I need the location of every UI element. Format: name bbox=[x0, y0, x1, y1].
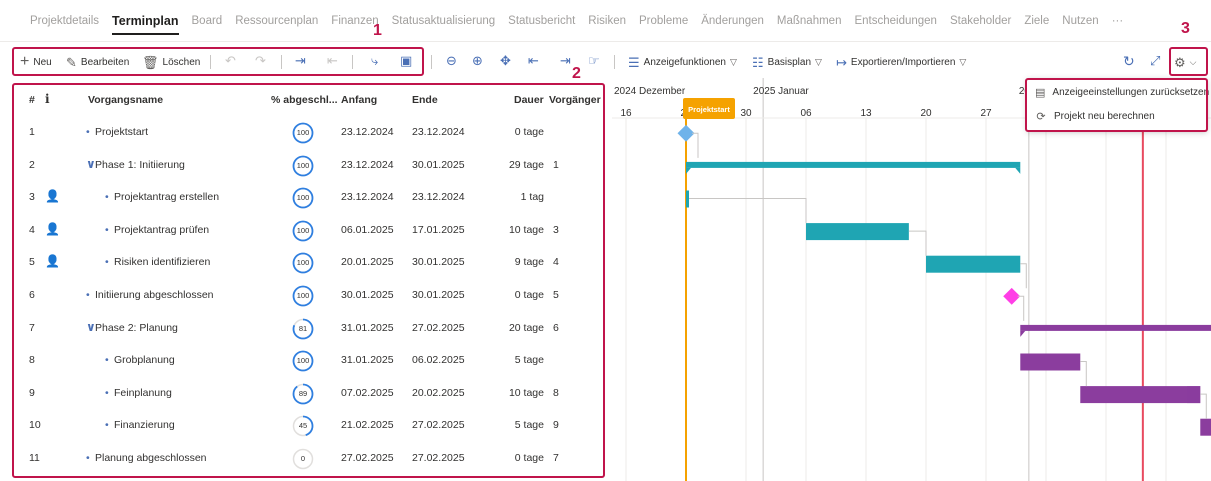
tab-probleme[interactable]: Probleme bbox=[639, 3, 688, 39]
dependency-connector bbox=[692, 132, 699, 158]
tab-stakeholder[interactable]: Stakeholder bbox=[950, 3, 1011, 39]
annotation-box-menu bbox=[1025, 78, 1208, 132]
tab-nutzen[interactable]: Nutzen bbox=[1062, 3, 1098, 39]
task-bar bbox=[926, 255, 1021, 273]
display-features-dropdown[interactable]: ☰ Anzeigefunktionen ▽ bbox=[628, 50, 737, 74]
task-bar-remaining bbox=[1187, 386, 1201, 404]
export-arrow-icon: ↦ bbox=[836, 54, 847, 70]
summary-bar-left-cap bbox=[686, 167, 691, 174]
tab-ziele[interactable]: Ziele bbox=[1024, 3, 1049, 39]
tab-projektdetails[interactable]: Projektdetails bbox=[30, 3, 99, 39]
annotation-box-toolbar bbox=[12, 47, 424, 76]
dependency-connector bbox=[1017, 295, 1025, 321]
expand-icon[interactable]: ⤢ bbox=[1150, 54, 1160, 67]
day-label: 20 bbox=[920, 108, 932, 119]
toolbar-separator bbox=[431, 55, 432, 69]
export-import-dropdown[interactable]: ↦ Exportieren/Importieren ▽ bbox=[836, 50, 966, 74]
dependency-connector bbox=[908, 230, 927, 256]
month-label: 2024 Dezember bbox=[614, 86, 686, 97]
scroll-to-start-icon[interactable]: ⇤ bbox=[528, 54, 539, 67]
summary-bar-left-cap bbox=[1020, 330, 1026, 337]
scroll-to-task-icon[interactable]: ☞ bbox=[588, 54, 600, 67]
dependency-connector bbox=[1080, 361, 1087, 387]
day-label: 16 bbox=[620, 108, 632, 119]
summary-bar-right-cap bbox=[1015, 167, 1021, 174]
annotation-number-2: 2 bbox=[572, 65, 581, 82]
toolbar-separator bbox=[614, 55, 615, 69]
tab-ma-nahmen[interactable]: Maßnahmen bbox=[777, 3, 842, 39]
list-icon: ☰ bbox=[628, 54, 640, 70]
annotation-box-settings bbox=[1169, 47, 1208, 76]
tab-risiken[interactable]: Risiken bbox=[588, 3, 626, 39]
day-label: 13 bbox=[860, 108, 872, 119]
dependency-connector bbox=[1020, 263, 1027, 289]
tab-statusaktualisierung[interactable]: Statusaktualisierung bbox=[392, 3, 496, 39]
tab-finanzen[interactable]: Finanzen bbox=[331, 3, 378, 39]
task-bar bbox=[1020, 353, 1081, 371]
export-import-label: Exportieren/Importieren bbox=[850, 56, 956, 68]
tab-statusbericht[interactable]: Statusbericht bbox=[508, 3, 575, 39]
dependency-connector bbox=[1200, 393, 1207, 419]
annotation-number-3: 3 bbox=[1181, 20, 1190, 37]
summary-bar bbox=[686, 161, 1021, 168]
month-label: 2025 Januar bbox=[753, 86, 809, 97]
chevron-down-icon: ▽ bbox=[729, 56, 737, 67]
milestone-diamond bbox=[677, 124, 695, 142]
gantt-chart: 2024 Dezember2025 Januar2025 Februar2025… bbox=[612, 78, 1211, 481]
task-bar bbox=[1080, 386, 1201, 404]
chevron-down-icon: ▽ bbox=[959, 56, 967, 67]
task-bar bbox=[806, 223, 909, 241]
tab-ressourcenplan[interactable]: Ressourcenplan bbox=[235, 3, 318, 39]
scroll-to-end-icon[interactable]: ⇥ bbox=[560, 54, 571, 67]
baseline-label: Basisplan bbox=[767, 56, 812, 68]
fit-to-screen-icon[interactable]: ✥ bbox=[500, 54, 511, 67]
zoom-in-icon[interactable]: ⊕ bbox=[472, 54, 483, 67]
refresh-icon[interactable]: ↻ bbox=[1123, 54, 1135, 68]
day-label: 06 bbox=[800, 108, 812, 119]
task-bar bbox=[1200, 418, 1211, 436]
tab-entscheidungen[interactable]: Entscheidungen bbox=[854, 3, 936, 39]
project-start-label: Projektstart bbox=[688, 105, 730, 114]
milestone-diamond bbox=[1003, 287, 1021, 305]
summary-bar bbox=[1020, 324, 1211, 331]
task-bar bbox=[686, 190, 689, 208]
annotation-box-grid bbox=[12, 83, 605, 478]
zoom-out-icon[interactable]: ⊖ bbox=[446, 54, 457, 67]
tab-terminplan[interactable]: Terminplan bbox=[112, 2, 179, 40]
tab-more[interactable]: ··· bbox=[1112, 3, 1124, 39]
tab-bar: Projektdetails Terminplan Board Ressourcenp… bbox=[0, 0, 1211, 42]
baseline-icon: ☷ bbox=[752, 54, 764, 70]
baseline-dropdown[interactable]: ☷ Basisplan ▽ bbox=[752, 50, 822, 74]
chevron-down-icon: ▽ bbox=[815, 56, 822, 67]
tab-änderungen[interactable]: Änderungen bbox=[701, 3, 764, 39]
day-label: 30 bbox=[740, 108, 752, 119]
annotation-number-1: 1 bbox=[373, 22, 382, 39]
day-label: 27 bbox=[980, 108, 992, 119]
dependency-connector bbox=[689, 198, 807, 224]
tab-board[interactable]: Board bbox=[192, 3, 223, 39]
gantt-canvas: 2024 Dezember2025 Januar2025 Februar2025… bbox=[612, 78, 1211, 481]
display-features-label: Anzeigefunktionen bbox=[643, 56, 726, 68]
